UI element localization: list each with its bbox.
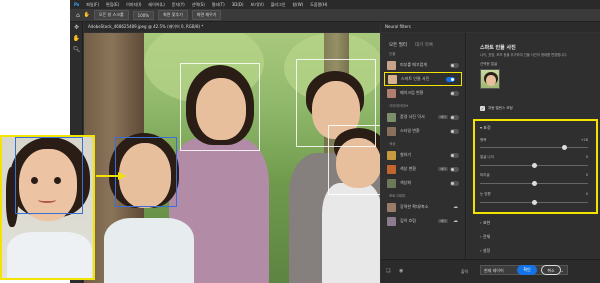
fill-screen-button[interactable]: 화면 채우기 bbox=[191, 10, 222, 20]
filter-toggle[interactable] bbox=[450, 128, 459, 134]
section-face[interactable]: › 표현 bbox=[480, 220, 490, 226]
filter-thumbnail-icon bbox=[387, 126, 396, 136]
hand-tool-icon[interactable]: ✋ bbox=[70, 33, 83, 44]
menu-bar: Ps 파일(F) 편집(E) 이미지(I) 레이어(L) 문자(Y) 선택(S)… bbox=[70, 0, 600, 9]
section-settings[interactable]: › 설정 bbox=[480, 248, 490, 254]
arrow-right-icon bbox=[96, 172, 126, 180]
photoshop-window: Ps 파일(F) 편집(E) 이미지(I) 레이어(L) 문자(Y) 선택(S)… bbox=[70, 0, 600, 283]
checkbox-checked-icon[interactable]: ✓ bbox=[480, 106, 485, 111]
filter-item-makeup-transfer[interactable]: 메이크업 변환 bbox=[381, 86, 465, 100]
filter-item-harmonization[interactable]: 칠하기 bbox=[381, 148, 465, 162]
filter-thumbnail-icon bbox=[387, 178, 396, 188]
face-box[interactable] bbox=[180, 63, 260, 151]
filter-toggle[interactable] bbox=[450, 62, 459, 68]
neural-filters-title: Neural filters bbox=[385, 24, 411, 29]
filter-title: 스마트 인물 사진 bbox=[480, 45, 516, 51]
ps-logo[interactable]: Ps bbox=[74, 2, 79, 7]
filter-item-style-transfer[interactable]: 스타일 변환 bbox=[381, 124, 465, 138]
menu-item[interactable]: 플러그인 bbox=[271, 2, 286, 8]
tab-waitlist[interactable]: 대기 목록 bbox=[415, 42, 433, 48]
ok-button[interactable]: 확인 bbox=[517, 265, 537, 275]
options-bar: ⌂ ✋ 모든 창 스크롤 100% 화면 맞추기 화면 채우기 bbox=[70, 9, 600, 22]
filter-footer: ❏ ◉ 출력 현재 레이어 ⌄ 확인 취소 bbox=[381, 259, 600, 283]
cancel-button[interactable]: 취소 bbox=[541, 265, 561, 275]
filter-thumbnail-icon bbox=[387, 112, 396, 122]
filter-thumbnail-icon bbox=[387, 60, 396, 70]
cloud-download-icon[interactable]: ☁ bbox=[453, 204, 458, 210]
menu-item[interactable]: 파일(F) bbox=[86, 2, 99, 8]
menu-item[interactable]: 보기(V) bbox=[251, 2, 264, 8]
beta-badge: 베타 bbox=[438, 115, 448, 119]
filter-toggle[interactable] bbox=[446, 76, 455, 82]
menu-item[interactable]: 레이어(L) bbox=[148, 2, 164, 8]
filter-item-colorize[interactable]: 색상화 bbox=[381, 176, 465, 190]
document-title: AdobeStock_468625489.jpeg @ 42.5% (레이어 0… bbox=[88, 24, 204, 29]
selected-face-label: 선택한 얼굴 bbox=[480, 62, 498, 66]
filter-thumbnail-icon bbox=[387, 150, 396, 160]
filter-thumbnail-icon bbox=[387, 164, 396, 174]
filter-item-skin-smoothing[interactable]: 피부를 매끄럽게 bbox=[381, 58, 465, 72]
menu-item[interactable]: 편집(E) bbox=[106, 2, 119, 8]
selected-face-thumbnail[interactable] bbox=[480, 69, 500, 89]
highlight-frame bbox=[473, 119, 598, 214]
filter-thumbnail-icon bbox=[387, 202, 396, 212]
filter-toggle[interactable] bbox=[450, 90, 459, 96]
chevron-down-icon: ⌄ bbox=[560, 268, 564, 273]
filter-item-super-zoom[interactable]: 강력한 확대/축소 ☁ bbox=[381, 200, 465, 214]
zoomed-face-inset bbox=[0, 135, 95, 280]
cloud-download-icon[interactable]: ☁ bbox=[453, 218, 458, 224]
menu-item[interactable]: 선택(S) bbox=[192, 2, 205, 8]
home-icon[interactable]: ⌂ bbox=[76, 12, 80, 19]
filter-thumbnail-icon bbox=[387, 216, 396, 226]
document-canvas[interactable] bbox=[84, 33, 380, 283]
menu-item[interactable]: 문자(Y) bbox=[172, 2, 185, 8]
scroll-all-windows-checkbox[interactable]: 모든 창 스크롤 bbox=[94, 10, 129, 20]
filter-thumbnail-icon bbox=[388, 74, 397, 84]
tab-all-filters[interactable]: 모든 필터 bbox=[389, 42, 407, 48]
menu-item[interactable]: 필터(T) bbox=[212, 2, 225, 8]
menu-item[interactable]: 3D(D) bbox=[232, 2, 244, 7]
move-tool-icon[interactable]: ✥ bbox=[70, 22, 83, 33]
layers-icon[interactable]: ❏ bbox=[386, 268, 390, 274]
filter-description: 나이, 표정, 포즈 등을 추가하여 인물 사진의 형태를 변경합니다. bbox=[480, 53, 568, 57]
face-box[interactable] bbox=[328, 125, 380, 195]
filter-item-smart-portrait[interactable]: 스마트 인물 사진 bbox=[384, 72, 462, 86]
filter-toggle[interactable] bbox=[450, 152, 459, 158]
filter-item-landscape-mixer[interactable]: 풍경 사진 믹서 베타 bbox=[381, 110, 465, 124]
output-label: 출력 bbox=[461, 269, 468, 274]
neural-filters-list: 모든 필터 대기 목록 인물 피부를 매끄럽게 스마트 인물 사진 메이크업 변… bbox=[381, 33, 466, 283]
filter-toggle[interactable] bbox=[450, 180, 459, 186]
section-global[interactable]: › 전체 bbox=[480, 234, 490, 240]
menu-item[interactable]: 도움말(H) bbox=[310, 2, 327, 8]
filter-thumbnail-icon bbox=[387, 88, 396, 98]
filter-tabs: 모든 필터 대기 목록 bbox=[381, 33, 465, 48]
filter-toggle[interactable] bbox=[450, 114, 459, 120]
menu-item[interactable]: 창(W) bbox=[292, 2, 303, 8]
filter-item-color-transfer[interactable]: 색상 변환 베타 bbox=[381, 162, 465, 176]
fit-screen-button[interactable]: 화면 맞추기 bbox=[158, 10, 188, 20]
zoom-100-button[interactable]: 100% bbox=[132, 10, 155, 20]
menu-item[interactable]: 이미지(I) bbox=[126, 2, 141, 8]
neural-filters-header: Neural filters bbox=[381, 22, 600, 32]
beta-badge: 베타 bbox=[438, 219, 448, 223]
beta-badge: 베타 bbox=[438, 167, 448, 171]
document-tab[interactable]: AdobeStock_468625489.jpeg @ 42.5% (레이어 0… bbox=[84, 22, 380, 32]
face-box bbox=[15, 137, 83, 214]
preview-eye-icon[interactable]: ◉ bbox=[399, 268, 403, 274]
zoom-tool-icon[interactable]: 🔍︎ bbox=[70, 44, 83, 55]
filter-item-depth-blur[interactable]: 깊이 흐림 베타 ☁ bbox=[381, 214, 465, 228]
auto-balance-checkbox[interactable]: ✓ 자동 밸런스 조정 bbox=[480, 106, 513, 111]
hand-tool-icon[interactable]: ✋ bbox=[84, 12, 90, 18]
filter-toggle[interactable] bbox=[450, 166, 459, 172]
